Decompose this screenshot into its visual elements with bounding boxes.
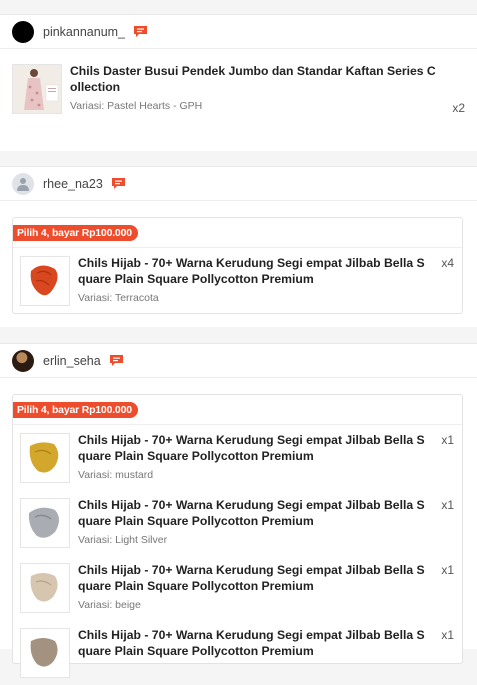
product-image[interactable] (20, 433, 70, 483)
username[interactable]: erlin_seha (43, 354, 101, 368)
product-info: Chils Hijab - 70+ Warna Kerudung Segi em… (78, 498, 454, 555)
product-image[interactable] (12, 64, 62, 114)
bundle-deal-group: Pilih 4, bayar Rp100.000 Chils Hijab - 7… (12, 217, 463, 314)
list-item[interactable]: Chils Hijab - 70+ Warna Kerudung Segi em… (13, 555, 462, 620)
quantity: x1 (441, 563, 454, 577)
chat-icon[interactable] (133, 25, 148, 38)
product-name[interactable]: Chils Hijab - 70+ Warna Kerudung Segi em… (78, 498, 454, 529)
product-image[interactable] (20, 628, 70, 678)
order-card: pinkannanum_ Chils Daster Busui Pendek J… (0, 15, 477, 151)
chat-icon[interactable] (109, 354, 124, 367)
list-item[interactable]: Chils Hijab - 70+ Warna Kerudung Segi em… (13, 248, 462, 313)
avatar[interactable] (12, 349, 34, 372)
shop-header[interactable]: rhee_na23 (0, 167, 477, 201)
product-name[interactable]: Chils Hijab - 70+ Warna Kerudung Segi em… (78, 563, 454, 594)
shop-header[interactable]: pinkannanum_ (0, 15, 477, 49)
product-name[interactable]: Chils Hijab - 70+ Warna Kerudung Segi em… (78, 256, 454, 287)
bundle-promo-badge[interactable]: Pilih 4, bayar Rp100.000 (13, 402, 138, 418)
quantity: x1 (441, 498, 454, 512)
quantity: x4 (441, 256, 454, 270)
product-name[interactable]: Chils Daster Busui Pendek Jumbo dan Stan… (70, 64, 465, 95)
list-item[interactable]: Chils Hijab - 70+ Warna Kerudung Segi em… (13, 425, 462, 490)
quantity: x2 (452, 101, 465, 115)
product-info: Chils Hijab - 70+ Warna Kerudung Segi em… (78, 256, 454, 313)
product-image[interactable] (20, 498, 70, 548)
product-image[interactable] (20, 256, 70, 306)
product-variation: Variasi: mustard (78, 469, 154, 481)
username[interactable]: pinkannanum_ (43, 25, 125, 39)
list-item[interactable]: Chils Hijab - 70+ Warna Kerudung Segi em… (13, 620, 462, 685)
product-info: Chils Hijab - 70+ Warna Kerudung Segi em… (78, 433, 454, 490)
product-info: Chils Hijab - 70+ Warna Kerudung Segi em… (78, 563, 454, 620)
product-variation: Variasi: Terracota (78, 292, 159, 304)
product-name[interactable]: Chils Hijab - 70+ Warna Kerudung Segi em… (78, 433, 454, 464)
quantity: x1 (441, 628, 454, 642)
product-variation: Variasi: beige (78, 599, 141, 611)
quantity: x1 (441, 433, 454, 447)
chat-icon[interactable] (111, 177, 126, 190)
product-variation: Variasi: Pastel Hearts - GPH (70, 100, 203, 112)
product-info: Chils Hijab - 70+ Warna Kerudung Segi em… (78, 628, 454, 685)
shop-header[interactable]: erlin_seha (0, 344, 477, 378)
product-info: Chils Daster Busui Pendek Jumbo dan Stan… (70, 64, 465, 114)
list-item[interactable]: Chils Hijab - 70+ Warna Kerudung Segi em… (13, 490, 462, 555)
bundle-deal-group: Pilih 4, bayar Rp100.000 Chils Hijab - 7… (12, 394, 463, 678)
bundle-promo-badge[interactable]: Pilih 4, bayar Rp100.000 (13, 225, 138, 241)
user-icon[interactable] (12, 172, 34, 195)
list-item[interactable]: Chils Daster Busui Pendek Jumbo dan Stan… (0, 49, 477, 115)
product-variation: Variasi: Light Silver (78, 534, 168, 546)
product-image[interactable] (20, 563, 70, 613)
product-name[interactable]: Chils Hijab - 70+ Warna Kerudung Segi em… (78, 628, 454, 659)
avatar[interactable] (12, 20, 34, 43)
username[interactable]: rhee_na23 (43, 177, 103, 191)
